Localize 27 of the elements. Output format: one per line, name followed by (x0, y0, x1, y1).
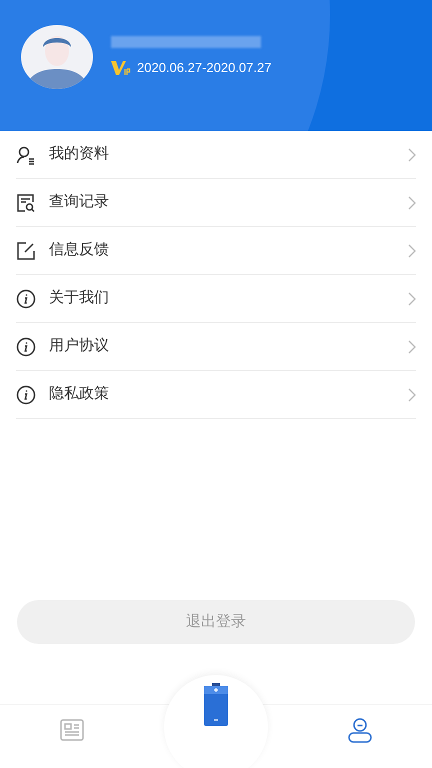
menu-label: 关于我们 (49, 288, 110, 308)
document-search-icon (16, 192, 36, 212)
info-icon (16, 384, 36, 404)
menu-item[interactable]: 信息反馈 (16, 227, 416, 275)
chevron-right-icon (408, 244, 416, 258)
menu-label: 用户协议 (49, 336, 110, 356)
chevron-right-icon (408, 148, 416, 162)
edit-icon (16, 240, 36, 260)
chevron-right-icon (408, 196, 416, 210)
menu-label: 信息反馈 (49, 240, 110, 260)
menu-label: 查询记录 (49, 192, 110, 212)
menu-item[interactable]: 查询记录 (16, 179, 416, 227)
info-icon (16, 288, 36, 308)
menu-label: 隐私政策 (49, 384, 110, 404)
vip-icon (111, 60, 131, 76)
menu-item[interactable]: 我的资料 (16, 131, 416, 179)
person-icon (16, 144, 36, 164)
menu-item[interactable]: 关于我们 (16, 275, 416, 323)
info-icon (16, 336, 36, 356)
chevron-right-icon (408, 388, 416, 402)
vip-period: 2020.06.27-2020.07.27 (137, 59, 272, 78)
menu-item[interactable]: 用户协议 (16, 323, 416, 371)
battery-icon (203, 683, 229, 727)
chevron-right-icon (408, 340, 416, 354)
chevron-right-icon (408, 292, 416, 306)
menu-item[interactable]: 隐私政策 (16, 371, 416, 419)
menu-label: 我的资料 (49, 144, 110, 164)
